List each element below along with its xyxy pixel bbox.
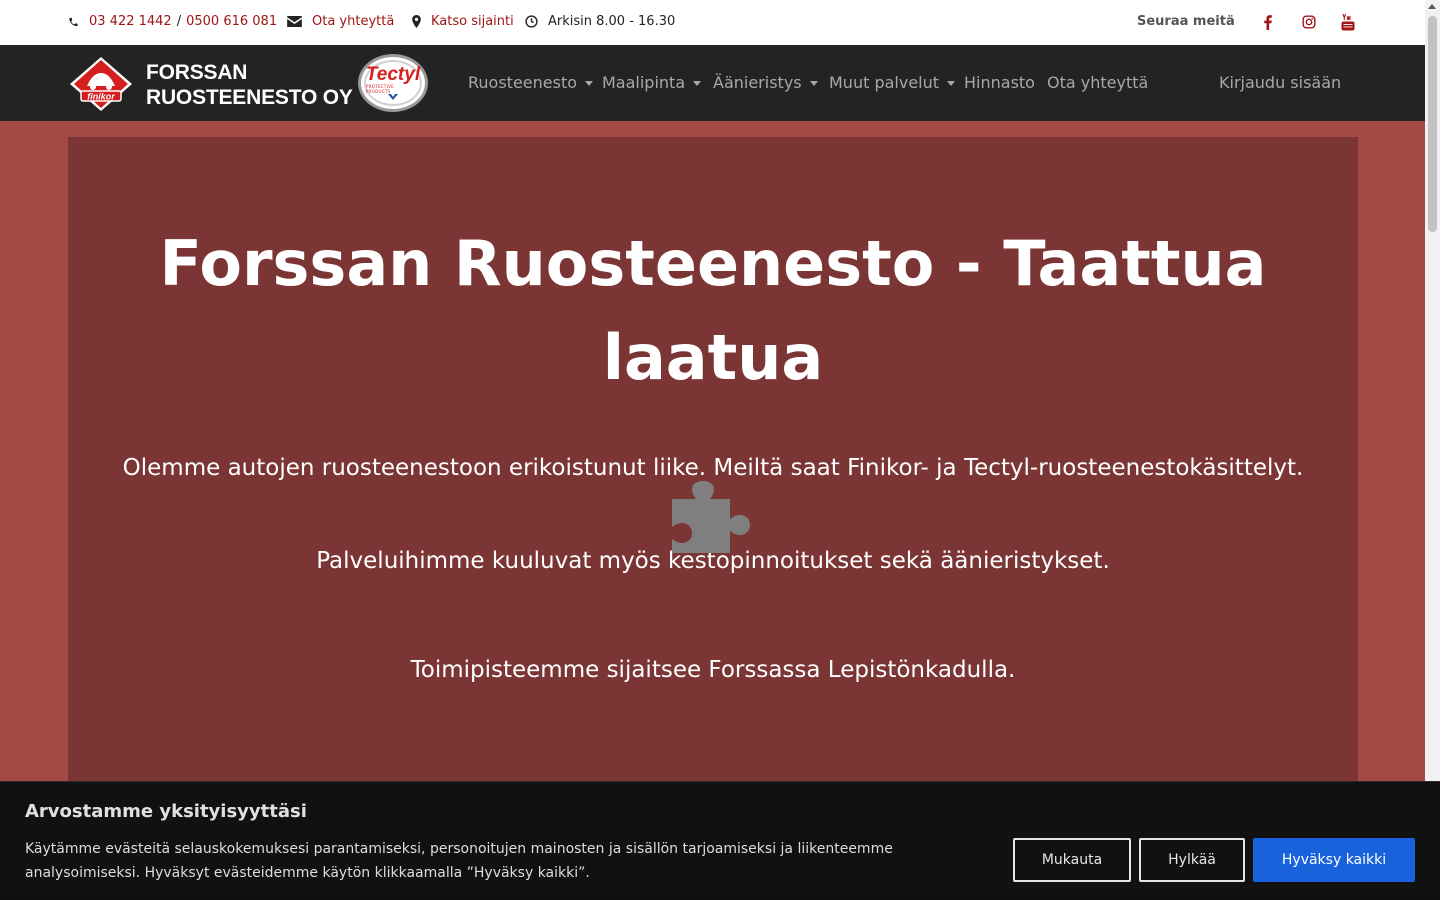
caret-down-icon (947, 81, 956, 86)
instagram-link[interactable] (1299, 12, 1319, 32)
cookie-consent-banner: Arvostamme yksityisyyttäsi Käytämme eväs… (0, 781, 1440, 900)
login-label: Kirjaudu sisään (1219, 73, 1342, 92)
hours-text: Arkisin 8.00 - 16.30 (548, 14, 676, 29)
phone-link-2[interactable]: 0500 616 081 (186, 14, 277, 29)
company-name-line1: FORSSAN (146, 61, 248, 84)
cookie-text-line2: analysoimiseksi. Hyväksyt evästeidemme k… (25, 865, 590, 881)
map-marker-icon (412, 15, 421, 28)
cookie-description: Käytämme evästeitä selauskokemuksesi par… (25, 837, 925, 885)
svg-text:finikor: finikor (87, 92, 115, 102)
tectyl-logo: Tectyl PROTECTIVE PRODUCTS (358, 54, 428, 112)
tectyl-badge: Tectyl PROTECTIVE PRODUCTS (364, 60, 422, 106)
caret-down-icon (809, 81, 818, 86)
cookie-title: Arvostamme yksityisyyttäsi (25, 801, 307, 822)
top-bar: 03 422 1442 / 0500 616 081 Ota yhteyttä … (0, 0, 1425, 45)
facebook-link[interactable] (1258, 12, 1278, 32)
nav-item-ruosteenesto[interactable]: Ruosteenesto (468, 73, 594, 92)
contact-link[interactable]: Ota yhteyttä (312, 14, 394, 29)
hours-info: Arkisin 8.00 - 16.30 (525, 14, 675, 29)
company-name-line2: RUOSTEENESTO OY (146, 86, 353, 109)
nav-item-muut-palvelut[interactable]: Muut palvelut (829, 73, 956, 92)
tectyl-subtitle: PROTECTIVE PRODUCTS (366, 84, 394, 94)
hero-section: Forssan Ruosteenesto - Taattua laatua Ol… (68, 137, 1358, 837)
youtube-icon (1341, 13, 1355, 30)
follow-label: Seuraa meitä (1137, 14, 1235, 29)
company-name-logo[interactable]: FORSSAN RUOSTEENESTO OY (146, 60, 353, 110)
instagram-icon (1302, 15, 1316, 29)
phone-info: 03 422 1442 / 0500 616 081 (68, 14, 277, 29)
envelope-icon (287, 16, 302, 27)
login-link[interactable]: Kirjaudu sisään (1219, 73, 1341, 92)
phone-icon (69, 17, 78, 26)
scrollbar-thumb[interactable] (1428, 16, 1437, 232)
clock-icon (525, 15, 538, 28)
location-link[interactable]: Katso sijainti (431, 14, 514, 29)
caret-down-icon (693, 81, 702, 86)
facebook-icon (1264, 14, 1272, 30)
nav-item-aanieristys[interactable]: Äänieristys (713, 73, 818, 92)
finikor-logo[interactable]: finikor (68, 55, 134, 113)
location-paragraph: Toimipisteemme sijaitsee Forssassa Lepis… (410, 657, 1016, 683)
nav-item-label: Ruosteenesto (468, 73, 578, 92)
reject-button[interactable]: Hylkää (1139, 838, 1245, 882)
youtube-link[interactable] (1338, 12, 1358, 32)
customize-button[interactable]: Mukauta (1013, 838, 1131, 882)
intro-paragraph: Olemme autojen ruosteenestoon erikoistun… (122, 455, 1304, 481)
nav-item-maalipinta[interactable]: Maalipinta (602, 73, 702, 92)
scroll-up-arrow-icon[interactable] (1428, 4, 1436, 9)
valvoline-v-icon (388, 94, 398, 100)
nav-item-hinnasto[interactable]: Hinnasto (964, 73, 1035, 92)
location-info: Katso sijainti (412, 14, 514, 29)
main-navigation: finikor FORSSAN RUOSTEENESTO OY Tectyl P… (0, 45, 1425, 121)
phone-link-1[interactable]: 03 422 1442 (89, 14, 172, 29)
nav-item-label: Ota yhteyttä (1047, 73, 1149, 92)
tectyl-brand: Tectyl (365, 64, 421, 85)
finikor-logo-icon: finikor (70, 57, 132, 111)
nav-item-label: Muut palvelut (829, 73, 940, 92)
accept-all-button[interactable]: Hyväksy kaikki (1253, 838, 1415, 882)
caret-down-icon (585, 81, 594, 86)
page-title-line2: laatua (602, 321, 824, 394)
contact-info: Ota yhteyttä (287, 14, 394, 29)
scrollbar[interactable] (1425, 0, 1440, 900)
plugin-puzzle-icon (672, 481, 750, 553)
nav-item-label: Äänieristys (713, 73, 802, 92)
cookie-text-line1: Käytämme evästeitä selauskokemuksesi par… (25, 841, 893, 857)
phone-separator: / (176, 14, 182, 29)
page-title: Forssan Ruosteenesto - Taattua laatua (68, 217, 1358, 405)
nav-item-label: Maalipinta (602, 73, 686, 92)
nav-item-label: Hinnasto (964, 73, 1035, 92)
page-title-line1: Forssan Ruosteenesto - Taattua (159, 227, 1267, 300)
nav-item-ota-yhteytta[interactable]: Ota yhteyttä (1047, 73, 1148, 92)
